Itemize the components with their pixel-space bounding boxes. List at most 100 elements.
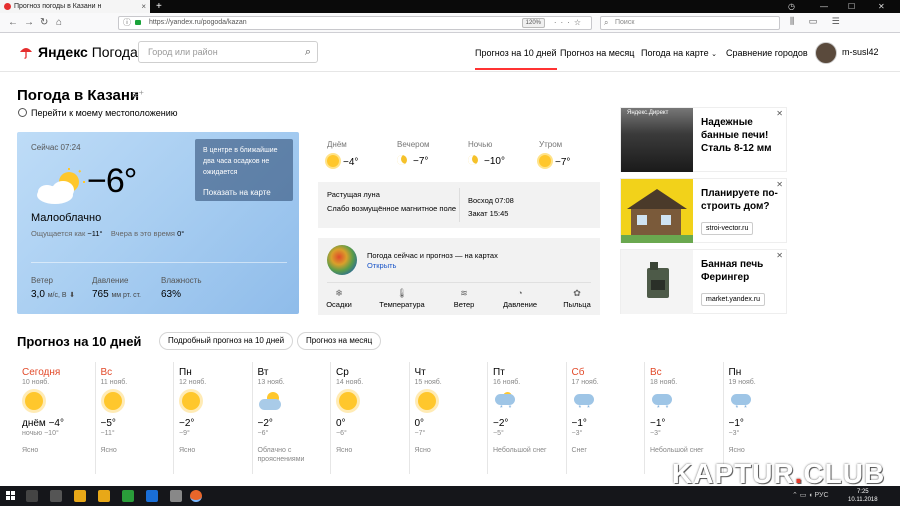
- forecast-day[interactable]: Пт 16 нояб. * * −2° −5° Небольшой снег: [493, 367, 569, 455]
- zoom-level[interactable]: 120%: [521, 18, 545, 28]
- back-icon[interactable]: ←: [8, 15, 18, 31]
- day-date: 13 нояб.: [257, 379, 285, 386]
- close-ad-icon[interactable]: ✕: [776, 180, 783, 189]
- forecast-day[interactable]: Пн 19 нояб. * * −1° −3° Ясно: [729, 367, 805, 455]
- browser-search-placeholder: Поиск: [615, 19, 635, 26]
- map-thumbnail[interactable]: [327, 245, 357, 275]
- avatar[interactable]: [815, 42, 837, 64]
- ad-link-button[interactable]: market.yandex.ru: [701, 293, 766, 306]
- ad-title[interactable]: Надежные банные печи! Сталь 8-12 мм: [701, 116, 783, 155]
- ad-title[interactable]: Банная печь Ферингер: [701, 258, 783, 284]
- forecast-day[interactable]: Пн 12 нояб. −2° −9° Ясно: [179, 367, 255, 455]
- app-icon[interactable]: [122, 490, 134, 502]
- city-search-input[interactable]: Город или район ⌕: [138, 41, 318, 63]
- add-to-list-icon[interactable]: ≡⁺: [132, 88, 144, 101]
- user-name[interactable]: m-susl42: [842, 47, 879, 57]
- sun-icon: [103, 392, 122, 410]
- magnetic-field: Слабо возмущённое магнитное поле: [327, 204, 456, 213]
- ad-banner-1[interactable]: Яндекс.Директ Надежные банные печи! Стал…: [620, 107, 787, 172]
- day-divider: [251, 362, 253, 474]
- day-temp-low: −7°: [414, 430, 426, 437]
- close-window-icon[interactable]: ✕: [878, 0, 885, 13]
- reload-icon[interactable]: ↻: [40, 15, 48, 31]
- day-temp-high: 0°: [414, 418, 425, 429]
- chevron-down-icon: ⌄: [711, 51, 717, 58]
- forecast-day[interactable]: Сегодня 10 нояб. днём −4° ночью −10° Ясно: [22, 367, 98, 455]
- info-icon[interactable]: ⓘ: [123, 17, 131, 29]
- task-view-icon[interactable]: [50, 490, 62, 502]
- browser-search-input[interactable]: ⌕ Поиск: [600, 16, 780, 30]
- map-tab-temperature[interactable]: 🌡︎ Температура: [374, 288, 430, 309]
- clock[interactable]: 7:25 10.11.2018: [848, 488, 878, 504]
- minimize-icon[interactable]: —: [820, 0, 828, 13]
- firefox-icon[interactable]: [190, 490, 202, 502]
- toolbar-icons[interactable]: ⫼ ▭ ☰: [790, 16, 846, 27]
- cloud-sun-icon: [37, 168, 85, 204]
- nav-weather-map[interactable]: Погода на карте ⌄: [641, 48, 717, 58]
- moon-icon: [468, 155, 478, 165]
- url-bar[interactable]: ⓘ https://yandex.ru/pogoda/kazan 120% ··…: [118, 16, 592, 30]
- calculator-icon[interactable]: [170, 490, 182, 502]
- new-tab-icon[interactable]: +: [156, 0, 162, 13]
- close-ad-icon[interactable]: ✕: [776, 251, 783, 260]
- forecast-day[interactable]: Чт 15 нояб. 0° −7° Ясно: [415, 367, 491, 455]
- edge-icon[interactable]: [146, 490, 158, 502]
- site-header: Яндекс Погода Город или район ⌕ Прогноз …: [0, 34, 900, 72]
- forward-icon[interactable]: →: [24, 15, 34, 31]
- search-icon[interactable]: ⌕: [305, 42, 311, 62]
- search-taskbar-icon[interactable]: [26, 490, 38, 502]
- forecast-day[interactable]: Вт 13 нояб. −2° −6° Облачно с прояснениями: [258, 367, 334, 464]
- ad-banner-3[interactable]: Банная печь Ферингер market.yandex.ru ✕: [620, 249, 787, 314]
- forecast-day[interactable]: Ср 14 нояб. 0° −6° Ясно: [336, 367, 412, 455]
- current-temperature: −6°: [87, 162, 137, 200]
- umbrella-icon: [20, 48, 32, 59]
- map-tab-wind[interactable]: ≋ Ветер: [436, 288, 492, 309]
- sunset: Закат 15:45: [468, 209, 509, 218]
- system-tray[interactable]: ⌃ ▭ ◖ РУС: [792, 491, 829, 499]
- url-text: https://yandex.ru/pogoda/kazan: [149, 19, 247, 26]
- sun-icon: [182, 392, 200, 410]
- day-name: Вс: [650, 367, 662, 378]
- pressure-stat: Давление 765 мм рт. ст.: [92, 276, 141, 300]
- day-temp-high: −5°: [100, 418, 116, 429]
- nav-10-day-forecast[interactable]: Прогноз на 10 дней: [475, 48, 557, 70]
- day-temp-low: −5°: [493, 430, 504, 437]
- map-tab-pressure[interactable]: ◔ Давление: [492, 288, 548, 309]
- current-time: Сейчас 07:24: [31, 143, 81, 152]
- page-actions-icon[interactable]: ···☆: [554, 17, 585, 29]
- folder-icon[interactable]: [98, 490, 110, 502]
- maps-open-link[interactable]: Открыть: [367, 261, 396, 270]
- day-temp-high: 0°: [336, 418, 346, 429]
- day-name: Пт: [493, 367, 505, 378]
- forecast-day[interactable]: Вс 11 нояб. −5° −11° Ясно: [101, 367, 177, 455]
- close-ad-icon[interactable]: ✕: [776, 109, 783, 118]
- nav-compare-cities[interactable]: Сравнение городов: [726, 48, 808, 58]
- month-forecast-button[interactable]: Прогноз на месяц: [297, 332, 382, 350]
- map-tab-pollen[interactable]: ✿ Пыльца: [549, 288, 605, 309]
- daypart-evening: Вечером −7°: [397, 140, 430, 167]
- day-condition: Ясно: [22, 447, 39, 454]
- nav-month-forecast[interactable]: Прогноз на месяц: [560, 48, 634, 58]
- browser-tab[interactable]: Прогноз погоды в Казани н ×: [0, 0, 150, 13]
- ad-title[interactable]: Планируете по-строить дом?: [701, 187, 783, 213]
- ad-banner-2[interactable]: Планируете по-строить дом? stroi-vector.…: [620, 178, 787, 243]
- ad-link-button[interactable]: stroi-vector.ru: [701, 222, 754, 235]
- forecast-day[interactable]: Сб 17 нояб. * * −1° −3° Снег: [572, 367, 648, 455]
- precipitation-icon: ❄: [335, 288, 343, 298]
- close-tab-icon[interactable]: ×: [141, 0, 146, 13]
- windows-start-icon[interactable]: [6, 491, 16, 501]
- maximize-icon[interactable]: ☐: [848, 0, 855, 13]
- forecast-day[interactable]: Вс 18 нояб. * * −1° −3° Небольшой снег: [650, 367, 726, 455]
- day-date: 19 нояб.: [728, 379, 756, 386]
- day-name: Сб: [571, 367, 585, 378]
- geo-link[interactable]: Перейти к моему местоположению: [18, 108, 178, 118]
- detailed-forecast-button[interactable]: Подробный прогноз на 10 дней: [159, 332, 294, 350]
- day-date: 12 нояб.: [179, 379, 207, 386]
- home-icon[interactable]: ⌂: [56, 15, 62, 31]
- map-tab-precipitation[interactable]: ❄ Осадки: [311, 288, 367, 309]
- day-condition: Ясно: [100, 447, 117, 454]
- current-condition: Малооблачно: [31, 212, 102, 224]
- show-on-map-link[interactable]: Показать на карте: [203, 187, 271, 198]
- history-icon[interactable]: ◷: [788, 0, 795, 13]
- explorer-icon[interactable]: [74, 490, 86, 502]
